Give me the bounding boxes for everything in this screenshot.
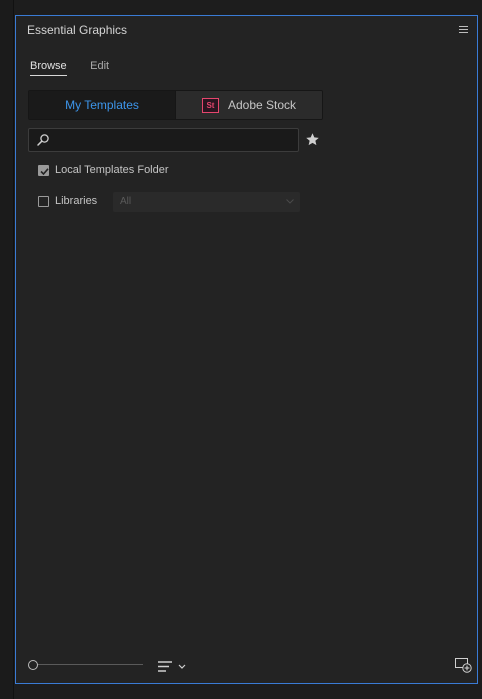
thumbnail-size-slider-thumb[interactable] bbox=[28, 660, 38, 670]
adjacent-panel-edge bbox=[0, 0, 14, 699]
thumbnail-size-slider-track[interactable] bbox=[33, 664, 143, 665]
adobe-stock-button[interactable]: St Adobe Stock bbox=[175, 91, 322, 119]
tab-edit[interactable]: Edit bbox=[90, 60, 109, 75]
search-input[interactable] bbox=[53, 131, 297, 151]
libraries-checkbox[interactable] bbox=[38, 195, 49, 207]
new-item-icon[interactable] bbox=[455, 657, 472, 673]
favorites-star-icon[interactable] bbox=[305, 132, 320, 147]
local-templates-row: Local Templates Folder bbox=[38, 164, 169, 176]
template-source-toggle: My Templates St Adobe Stock bbox=[28, 90, 323, 120]
panel-menu-icon[interactable] bbox=[459, 26, 468, 34]
panel-tabs: Browse Edit bbox=[30, 56, 128, 76]
chevron-down-icon bbox=[286, 199, 294, 204]
adobe-stock-label: Adobe Stock bbox=[227, 98, 297, 112]
tab-browse[interactable]: Browse bbox=[30, 60, 67, 76]
my-templates-label: My Templates bbox=[65, 98, 139, 112]
checkmark-icon bbox=[40, 167, 49, 175]
search-field[interactable] bbox=[28, 128, 299, 152]
local-templates-checkbox[interactable] bbox=[38, 164, 49, 176]
my-templates-button[interactable]: My Templates bbox=[29, 91, 175, 119]
adobe-stock-logo-icon: St bbox=[201, 97, 219, 113]
essential-graphics-panel: Essential Graphics Browse Edit My Templa… bbox=[15, 15, 478, 684]
app-window: Essential Graphics Browse Edit My Templa… bbox=[0, 0, 482, 699]
libraries-row: Libraries bbox=[38, 195, 97, 207]
sort-options-button[interactable] bbox=[157, 660, 189, 674]
panel-title: Essential Graphics bbox=[27, 23, 128, 37]
search-icon bbox=[37, 134, 49, 146]
libraries-select[interactable]: All bbox=[113, 192, 300, 212]
local-templates-label: Local Templates Folder bbox=[55, 164, 169, 176]
list-sort-icon bbox=[158, 661, 186, 672]
libraries-select-value: All bbox=[120, 196, 132, 207]
libraries-label: Libraries bbox=[55, 195, 98, 207]
